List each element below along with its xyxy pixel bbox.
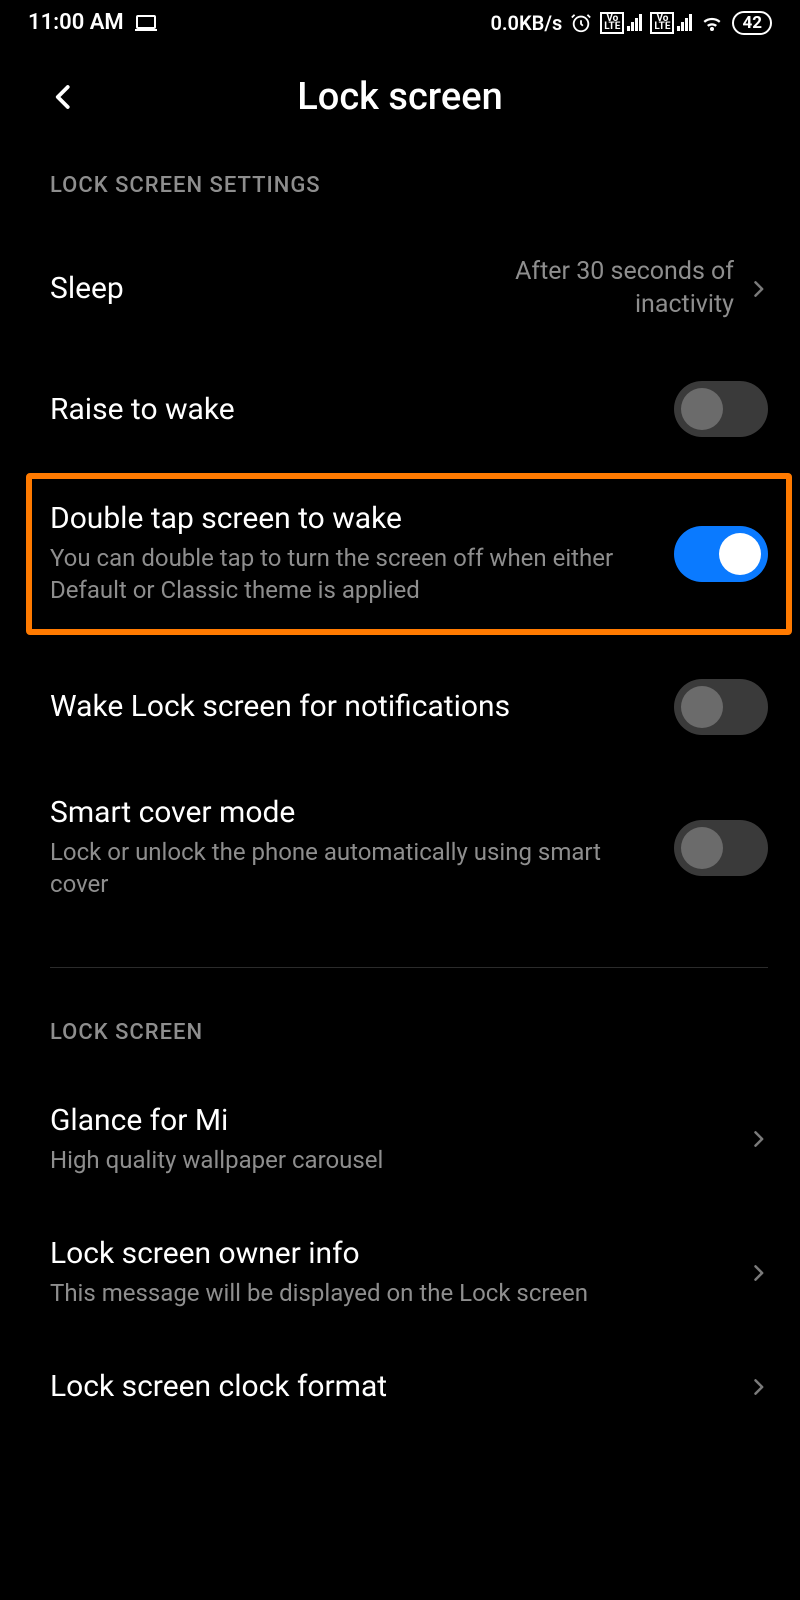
- row-smart-cover-mode[interactable]: Smart cover mode Lock or unlock the phon…: [50, 765, 768, 931]
- row-raise-to-wake[interactable]: Raise to wake: [50, 351, 768, 467]
- toggle-wake-for-notifications[interactable]: [674, 679, 768, 735]
- page-title: Lock screen: [28, 75, 772, 119]
- page-header: Lock screen: [0, 41, 800, 165]
- alarm-icon: [570, 12, 592, 34]
- section-divider: [50, 967, 768, 968]
- chevron-right-icon: [748, 1263, 768, 1283]
- status-bar: 11:00 AM 0.0KB/s VoLTE VoLTE 42: [0, 0, 800, 41]
- highlight-double-tap: Double tap screen to wake You can double…: [26, 473, 792, 635]
- row-label: Double tap screen to wake: [50, 501, 654, 536]
- row-value: After 30 seconds of inactivity: [414, 256, 734, 321]
- row-owner-info[interactable]: Lock screen owner info This message will…: [50, 1206, 768, 1339]
- row-label: Sleep: [50, 271, 394, 306]
- toggle-double-tap-to-wake[interactable]: [674, 526, 768, 582]
- laptop-icon: [134, 11, 158, 35]
- row-label: Lock screen owner info: [50, 1236, 728, 1271]
- row-label: Wake Lock screen for notifications: [50, 689, 654, 724]
- battery-indicator: 42: [732, 11, 772, 35]
- row-double-tap-to-wake[interactable]: Double tap screen to wake You can double…: [50, 493, 768, 615]
- wifi-icon: [700, 11, 724, 35]
- toggle-smart-cover-mode[interactable]: [674, 820, 768, 876]
- chevron-right-icon: [748, 1129, 768, 1149]
- row-label: Smart cover mode: [50, 795, 654, 830]
- row-glance-for-mi[interactable]: Glance for Mi High quality wallpaper car…: [50, 1073, 768, 1206]
- toggle-raise-to-wake[interactable]: [674, 381, 768, 437]
- status-net-speed: 0.0KB/s: [490, 11, 562, 35]
- back-button[interactable]: [40, 73, 88, 121]
- row-sleep[interactable]: Sleep After 30 seconds of inactivity: [50, 226, 768, 351]
- chevron-right-icon: [748, 1377, 768, 1397]
- row-desc: This message will be displayed on the Lo…: [50, 1277, 728, 1309]
- row-desc: You can double tap to turn the screen of…: [50, 542, 654, 607]
- row-label: Lock screen clock format: [50, 1369, 728, 1404]
- section-header-lock-screen: LOCK SCREEN: [50, 1020, 768, 1045]
- row-label: Raise to wake: [50, 392, 654, 427]
- row-label: Glance for Mi: [50, 1103, 728, 1138]
- row-wake-for-notifications[interactable]: Wake Lock screen for notifications: [50, 649, 768, 765]
- sim1-icon: VoLTE: [600, 12, 642, 34]
- status-time: 11:00 AM: [28, 10, 124, 35]
- chevron-right-icon: [748, 279, 768, 299]
- sim2-icon: VoLTE: [650, 12, 692, 34]
- section-header-lock-screen-settings: LOCK SCREEN SETTINGS: [50, 173, 768, 198]
- row-desc: Lock or unlock the phone automatically u…: [50, 836, 654, 901]
- row-clock-format[interactable]: Lock screen clock format: [50, 1339, 768, 1434]
- row-desc: High quality wallpaper carousel: [50, 1144, 728, 1176]
